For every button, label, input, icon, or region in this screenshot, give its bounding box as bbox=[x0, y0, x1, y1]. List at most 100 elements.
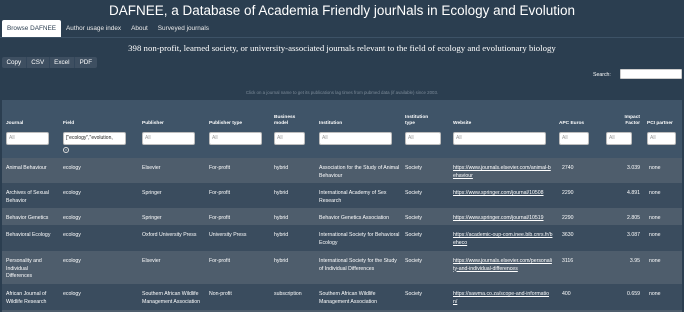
col-publisher-type[interactable]: Publisher type bbox=[209, 121, 242, 127]
tab-browse[interactable]: Browse DAFNEE bbox=[2, 20, 62, 37]
impact-factor-cell: 0.659 bbox=[627, 291, 640, 297]
institution-type-cell: Society bbox=[405, 258, 423, 264]
col-pci-partner[interactable]: PCI partner bbox=[647, 121, 673, 127]
journal-name[interactable]: Personality and Individual Differences bbox=[6, 258, 54, 281]
filter-journal[interactable]: All bbox=[6, 132, 49, 145]
publisher-type-cell: For-profit bbox=[209, 215, 231, 221]
col-institution[interactable]: Institution bbox=[319, 121, 342, 127]
website-link[interactable]: https://www.springer.com/journal/10508 bbox=[453, 190, 553, 198]
filter-institution[interactable]: All bbox=[319, 132, 392, 145]
filter-impact-factor[interactable]: All bbox=[606, 132, 632, 145]
filter-institution-type[interactable]: All bbox=[405, 132, 441, 145]
filter-business-model[interactable]: All bbox=[274, 132, 305, 145]
col-website[interactable]: Website bbox=[453, 121, 471, 127]
impact-factor-cell: 2.805 bbox=[627, 215, 640, 221]
apc-cell: 3116 bbox=[562, 258, 574, 264]
copy-button[interactable]: Copy bbox=[2, 57, 27, 68]
journal-name[interactable]: African Journal of Wildlife Research bbox=[6, 291, 60, 306]
journal-name[interactable]: Archives of Sexual Behavior bbox=[6, 190, 60, 205]
search-input[interactable] bbox=[620, 69, 682, 79]
institution-cell: International Academy of Sex Research bbox=[319, 190, 387, 204]
journal-name[interactable]: Behavioral Ecology bbox=[6, 232, 60, 240]
filter-publisher[interactable]: All bbox=[142, 132, 195, 145]
table-header: Journal Field Publisher Publisher type B… bbox=[2, 100, 682, 130]
pci-partner-cell: none bbox=[649, 291, 661, 297]
publisher-type-cell: Non-profit bbox=[209, 291, 232, 297]
tab-surveyed-journals[interactable]: Surveyed journals bbox=[153, 20, 214, 37]
field-cell: ecology bbox=[63, 215, 81, 221]
website-link[interactable]: https://www.springer.com/journal/10519 bbox=[453, 215, 553, 223]
website-link[interactable]: https://sawma.co.za/scope-and-informatio… bbox=[453, 291, 553, 306]
col-institution-type[interactable]: Institution type bbox=[405, 115, 435, 127]
business-model-cell: subscription bbox=[274, 291, 302, 297]
publisher-type-cell: For-profit bbox=[209, 190, 231, 196]
publisher-cell: Oxford University Press bbox=[142, 232, 197, 238]
business-model-cell: hybrid bbox=[274, 258, 289, 264]
pci-partner-cell: none bbox=[649, 190, 661, 196]
journals-table: Journal Field Publisher Publisher type B… bbox=[2, 100, 682, 312]
export-buttons: Copy CSV Excel PDF bbox=[2, 57, 97, 68]
tab-divider bbox=[0, 37, 684, 38]
col-journal[interactable]: Journal bbox=[6, 121, 23, 127]
filter-website[interactable]: All bbox=[453, 132, 546, 145]
institution-cell: Behavior Genetics Association bbox=[319, 215, 390, 221]
col-publisher[interactable]: Publisher bbox=[142, 121, 164, 127]
publisher-cell: Elsevier bbox=[142, 165, 161, 171]
business-model-cell: hybrid bbox=[274, 165, 289, 171]
publisher-cell: Springer bbox=[142, 215, 162, 221]
tab-about[interactable]: About bbox=[126, 20, 153, 37]
field-cell: ecology bbox=[63, 258, 81, 264]
website-link[interactable]: https://www.journals.elsevier.com/animal… bbox=[453, 165, 553, 180]
institution-type-cell: Society bbox=[405, 232, 423, 238]
institution-type-cell: Society bbox=[405, 190, 423, 196]
field-cell: ecology bbox=[63, 190, 81, 196]
field-cell: ecology bbox=[63, 291, 81, 297]
pci-partner-cell: none bbox=[649, 215, 661, 221]
publisher-type-cell: University Press bbox=[209, 232, 247, 238]
table-row: Personality and Individual Differences e… bbox=[2, 251, 682, 284]
journal-name[interactable]: Behavior Genetics bbox=[6, 215, 60, 223]
table-row: Behavior Genetics ecology Springer For-p… bbox=[2, 208, 682, 225]
col-business-model[interactable]: Business model bbox=[274, 115, 302, 127]
apc-cell: 3630 bbox=[562, 232, 574, 238]
tab-author-usage-index[interactable]: Author usage index bbox=[61, 20, 126, 37]
publisher-cell: Southern African Wildlife Management Ass… bbox=[142, 291, 200, 305]
col-field[interactable]: Field bbox=[63, 121, 74, 127]
excel-button[interactable]: Excel bbox=[50, 57, 76, 68]
filter-row: All ["ecology","evolution, × All All All… bbox=[2, 130, 682, 158]
apc-cell: 2290 bbox=[562, 215, 574, 221]
pdf-button[interactable]: PDF bbox=[75, 57, 97, 68]
institution-type-cell: Society bbox=[405, 291, 423, 297]
business-model-cell: hybrid bbox=[274, 232, 289, 238]
filter-publisher-type[interactable]: All bbox=[209, 132, 262, 145]
filter-field[interactable]: ["ecology","evolution, bbox=[63, 132, 126, 145]
col-impact-factor[interactable]: Impact Factor bbox=[614, 115, 640, 127]
institution-type-cell: Society bbox=[405, 215, 423, 221]
institution-cell: International Society for Behavioral Eco… bbox=[319, 232, 400, 246]
website-link[interactable]: https://academic-oup-com.inee.bib.cnrs.f… bbox=[453, 232, 553, 247]
apc-cell: 400 bbox=[562, 291, 571, 297]
impact-factor-cell: 3.039 bbox=[627, 165, 640, 171]
publisher-type-cell: For-profit bbox=[209, 258, 231, 264]
impact-factor-cell: 3.087 bbox=[627, 232, 640, 238]
apc-cell: 2740 bbox=[562, 165, 574, 171]
filter-apc[interactable]: All bbox=[559, 132, 589, 145]
institution-cell: Southern African Wildlife Management Ass… bbox=[319, 291, 377, 305]
apc-cell: 2290 bbox=[562, 190, 574, 196]
table-row: African Journal of Wildlife Research eco… bbox=[2, 284, 682, 310]
institution-cell: Association for the Study of Animal Beha… bbox=[319, 165, 400, 179]
clear-filter-icon[interactable]: × bbox=[63, 147, 69, 153]
institution-cell: International Society for the Study of I… bbox=[319, 258, 397, 272]
pci-partner-cell: none bbox=[649, 165, 661, 171]
website-link[interactable]: https://www.journals.elsevier.com/person… bbox=[453, 258, 553, 273]
institution-type-cell: Society bbox=[405, 165, 423, 171]
impact-factor-cell: 3.95 bbox=[629, 258, 640, 264]
publisher-cell: Springer bbox=[142, 190, 162, 196]
publisher-type-cell: For-profit bbox=[209, 165, 231, 171]
journal-name[interactable]: Animal Behaviour bbox=[6, 165, 60, 173]
search-label: Search: bbox=[593, 72, 611, 78]
col-apc-euros[interactable]: APC Euros bbox=[559, 121, 584, 127]
csv-button[interactable]: CSV bbox=[27, 57, 50, 68]
business-model-cell: hybrid bbox=[274, 215, 289, 221]
filter-pci-partner[interactable]: All bbox=[647, 132, 676, 145]
